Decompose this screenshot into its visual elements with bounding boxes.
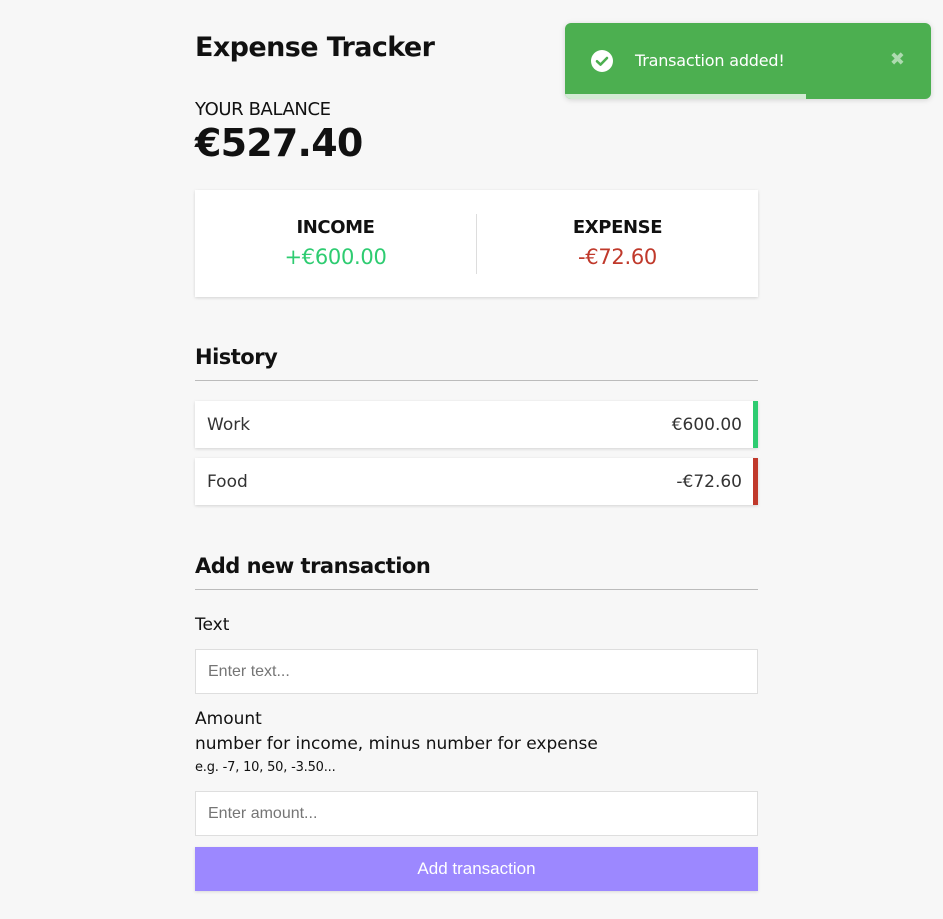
history-item-amount: €600.00 — [671, 414, 742, 435]
history-item-work[interactable]: Work €600.00 — [195, 401, 758, 448]
history-title: History — [195, 343, 758, 381]
history-item-text: Work — [207, 414, 251, 435]
income-label: INCOME — [296, 217, 375, 238]
text-input[interactable] — [195, 649, 758, 694]
amount-example: e.g. -7, 10, 50, -3.50... — [195, 760, 336, 775]
balance-value: €527.40 — [195, 121, 363, 165]
amount-hint: number for income, minus number for expe… — [195, 734, 598, 754]
expense-label: EXPENSE — [572, 217, 663, 238]
income-indicator-bar — [753, 401, 758, 448]
expense-indicator-bar — [753, 458, 758, 505]
income-summary: INCOME +€600.00 — [195, 215, 476, 272]
toast-progress-bar — [565, 94, 806, 99]
balance-label: YOUR BALANCE — [195, 99, 331, 120]
add-transaction-button[interactable]: Add transaction — [195, 847, 758, 891]
add-transaction-form: Text Amount number for income, minus num… — [195, 614, 758, 891]
add-transaction-title: Add new transaction — [195, 552, 758, 590]
history-item-food[interactable]: Food -€72.60 — [195, 458, 758, 505]
history-item-amount: -€72.60 — [676, 471, 742, 492]
expense-value: -€72.60 — [578, 245, 657, 269]
check-circle-icon — [591, 50, 613, 72]
amount-field-label: Amount — [195, 709, 262, 729]
history-list: Work €600.00 Food -€72.60 — [195, 401, 758, 505]
amount-input[interactable] — [195, 791, 758, 836]
success-toast: Transaction added! ✖ — [565, 23, 931, 99]
toast-progress-track — [565, 94, 931, 99]
income-value: +€600.00 — [284, 245, 387, 269]
expense-tracker-app: Expense Tracker YOUR BALANCE €527.40 INC… — [195, 28, 758, 891]
history-item-text: Food — [207, 471, 248, 492]
income-expense-summary: INCOME +€600.00 EXPENSE -€72.60 — [195, 190, 758, 297]
close-icon[interactable]: ✖ — [890, 48, 905, 72]
text-field-label: Text — [195, 615, 230, 635]
toast-message: Transaction added! — [635, 51, 785, 70]
page: Expense Tracker YOUR BALANCE €527.40 INC… — [0, 0, 943, 919]
expense-summary: EXPENSE -€72.60 — [477, 215, 758, 272]
